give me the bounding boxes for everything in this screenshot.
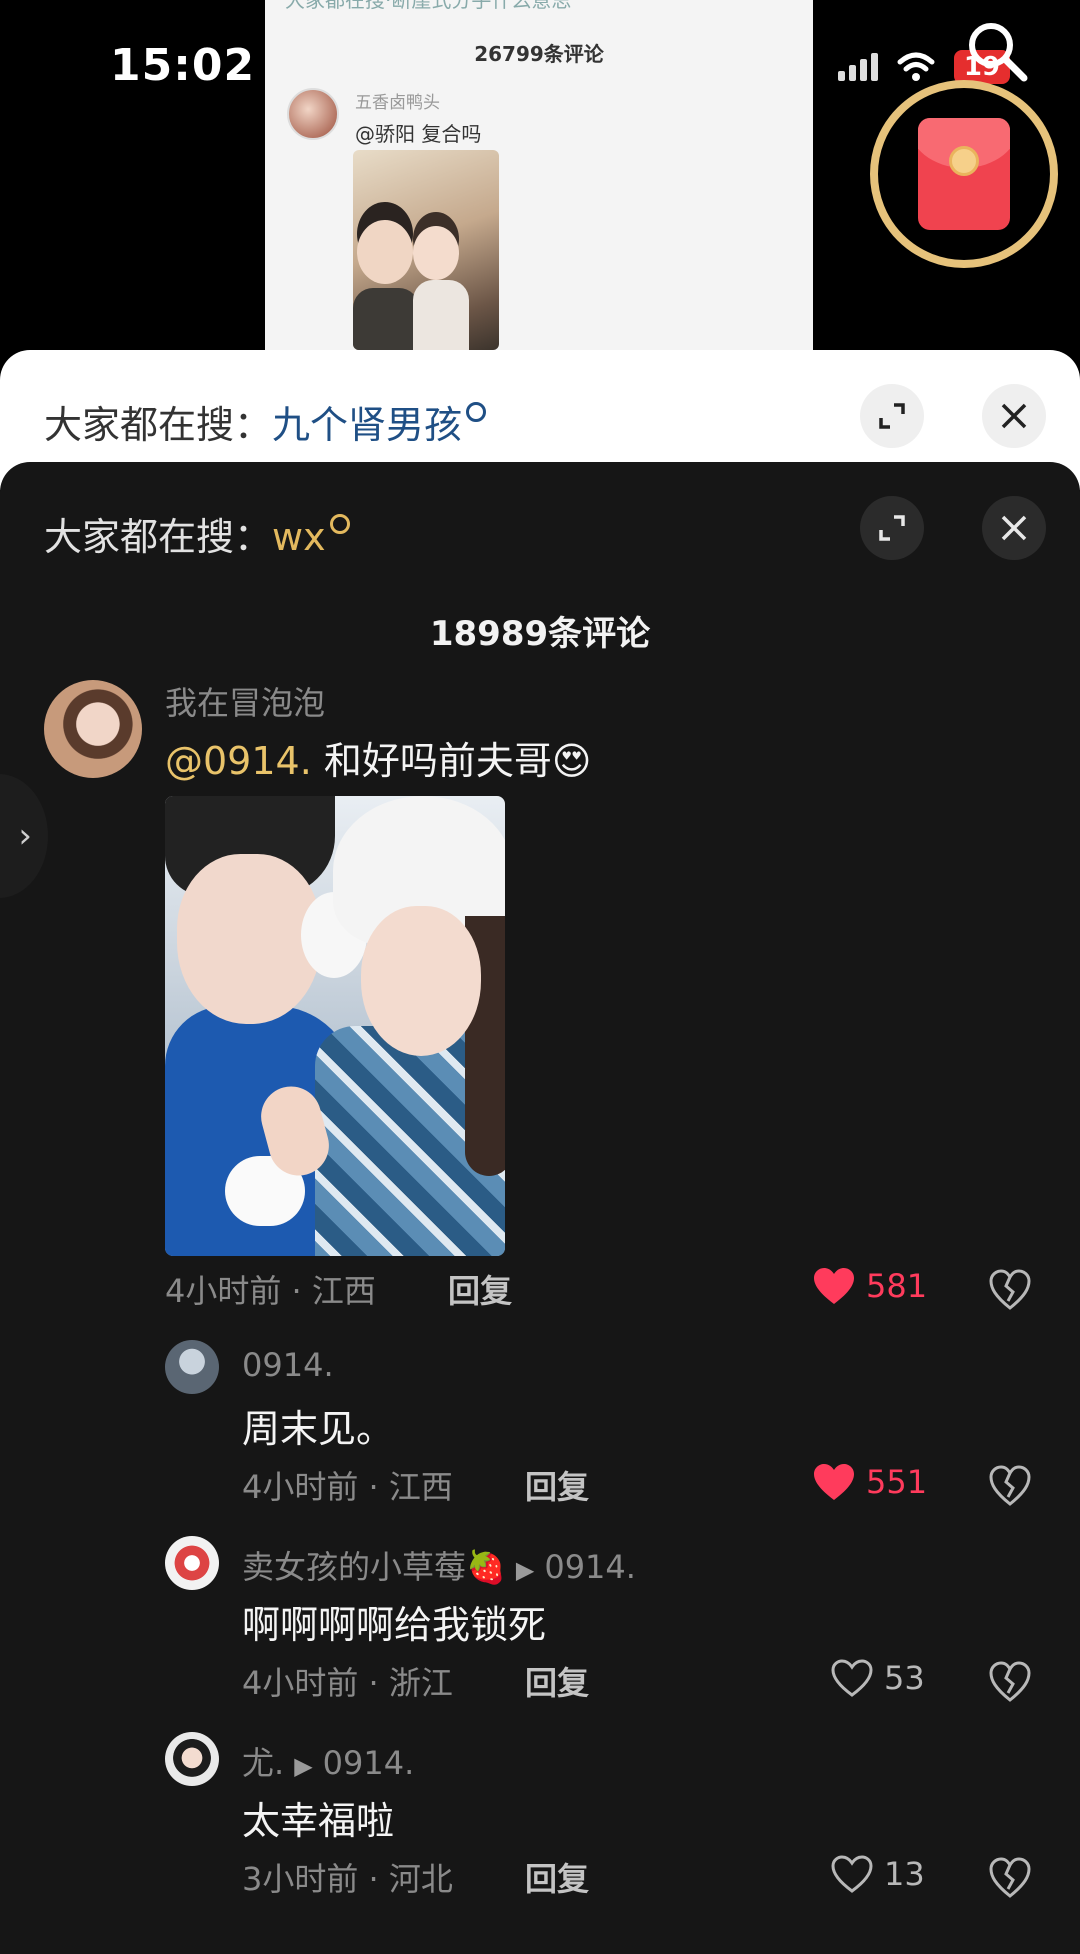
reply-to-username[interactable]: 0914. — [544, 1548, 636, 1586]
reply-button[interactable]: 回复 — [525, 1462, 589, 1508]
reply-arrow-icon: ▶ — [515, 1556, 535, 1584]
expand-icon — [879, 403, 905, 429]
expand-button[interactable] — [860, 384, 924, 448]
search-suggestion-label: 大家都在搜： — [44, 515, 273, 559]
like-count: 13 — [884, 1855, 925, 1893]
avatar[interactable] — [165, 1536, 219, 1590]
comment-username[interactable]: 卖女孩的小草莓🍓 — [242, 1548, 506, 1586]
status-time: 15:02 — [110, 40, 256, 91]
avatar[interactable] — [44, 680, 142, 778]
heart-icon — [814, 1268, 854, 1304]
wifi-icon — [897, 52, 935, 81]
search-suggestion[interactable]: 大家都在搜：wx — [44, 506, 350, 561]
reply-button[interactable]: 回复 — [525, 1658, 589, 1704]
dislike-icon[interactable] — [988, 1660, 1032, 1704]
comment-username-line: 尤. ▶ 0914. — [242, 1738, 414, 1784]
search-suggestion[interactable]: 大家都在搜：九个肾男孩 — [44, 394, 487, 449]
dislike-icon[interactable] — [988, 1856, 1032, 1900]
comment-body: 和好吗前夫哥😍 — [311, 739, 592, 783]
close-icon — [1001, 515, 1027, 541]
avatar[interactable] — [165, 1340, 219, 1394]
chevron-right-icon: › — [18, 816, 32, 856]
search-icon[interactable] — [964, 18, 1030, 84]
like-count: 53 — [884, 1659, 925, 1697]
like-button[interactable]: 13 — [830, 1854, 925, 1894]
expand-button[interactable] — [860, 496, 924, 560]
preview-photo — [353, 150, 499, 350]
preview-username: 五香卤鸭头 — [355, 93, 440, 113]
red-packet-icon[interactable] — [918, 118, 1010, 230]
background-video-preview: 大家都在搜·断崖式分手什么意思 26799条评论 五香卤鸭头 @骄阳 复合吗 — [265, 0, 813, 350]
comment-username[interactable]: 尤. — [242, 1744, 284, 1782]
comment-meta: 4小时前 · 浙江 — [242, 1664, 453, 1702]
close-button[interactable] — [982, 384, 1046, 448]
comment-username[interactable]: 我在冒泡泡 — [165, 678, 325, 724]
preview-comment-count: 26799条评论 — [474, 42, 604, 66]
comment-username-line: 卖女孩的小草莓🍓 ▶ 0914. — [242, 1542, 636, 1588]
preview-search-text: 大家都在搜·断崖式分手什么意思 — [285, 0, 572, 12]
comment-username[interactable]: 0914. — [242, 1346, 334, 1384]
dislike-icon[interactable] — [988, 1464, 1032, 1508]
signal-icon — [837, 53, 878, 81]
comment-text: 太幸福啦 — [242, 1799, 395, 1843]
close-icon — [1001, 403, 1027, 429]
preview-avatar — [287, 88, 339, 140]
reply-arrow-icon: ▶ — [294, 1752, 313, 1780]
comment-text: 周末见。 — [242, 1407, 395, 1451]
comment-photo[interactable] — [165, 796, 505, 1256]
like-count: 551 — [866, 1463, 928, 1501]
side-expand-tab[interactable]: › — [0, 774, 48, 898]
comment-meta: 4小时前 · 江西 — [165, 1272, 376, 1310]
reply-to-username[interactable]: 0914. — [323, 1744, 415, 1782]
expand-icon — [879, 515, 905, 541]
heart-icon — [831, 1659, 873, 1697]
like-count: 581 — [866, 1267, 928, 1305]
heart-icon — [831, 1855, 873, 1893]
search-suggestion-label: 大家都在搜： — [44, 403, 273, 447]
avatar[interactable] — [165, 1732, 219, 1786]
comments-sheet: 大家都在搜：wx 18989条评论 › 我在冒泡泡 @0914. 和好吗前夫哥😍 — [0, 462, 1080, 1954]
like-button[interactable]: 551 — [812, 1462, 927, 1502]
search-icon — [466, 402, 487, 422]
search-icon — [329, 514, 350, 534]
search-suggestion-keyword[interactable]: wx — [272, 515, 326, 559]
dislike-icon[interactable] — [988, 1268, 1032, 1312]
close-button[interactable] — [982, 496, 1046, 560]
reply-button[interactable]: 回复 — [448, 1266, 512, 1312]
comment-count-title: 18989条评论 — [429, 614, 651, 654]
comment-meta: 3小时前 · 河北 — [242, 1860, 453, 1898]
preview-comment: @骄阳 复合吗 — [355, 122, 482, 146]
heart-icon — [814, 1464, 854, 1500]
like-button[interactable]: 581 — [812, 1266, 927, 1306]
reply-button[interactable]: 回复 — [525, 1854, 589, 1900]
screen: 大家都在搜·断崖式分手什么意思 26799条评论 五香卤鸭头 @骄阳 复合吗 1… — [0, 0, 1080, 1954]
search-suggestion-keyword[interactable]: 九个肾男孩 — [272, 403, 462, 447]
comment-meta: 4小时前 · 江西 — [242, 1468, 453, 1506]
like-button[interactable]: 53 — [830, 1658, 925, 1698]
mention-link[interactable]: @0914. — [165, 739, 312, 783]
comment-text: 啊啊啊啊给我锁死 — [242, 1603, 547, 1647]
comment-text: @0914. 和好吗前夫哥😍 — [165, 730, 592, 785]
